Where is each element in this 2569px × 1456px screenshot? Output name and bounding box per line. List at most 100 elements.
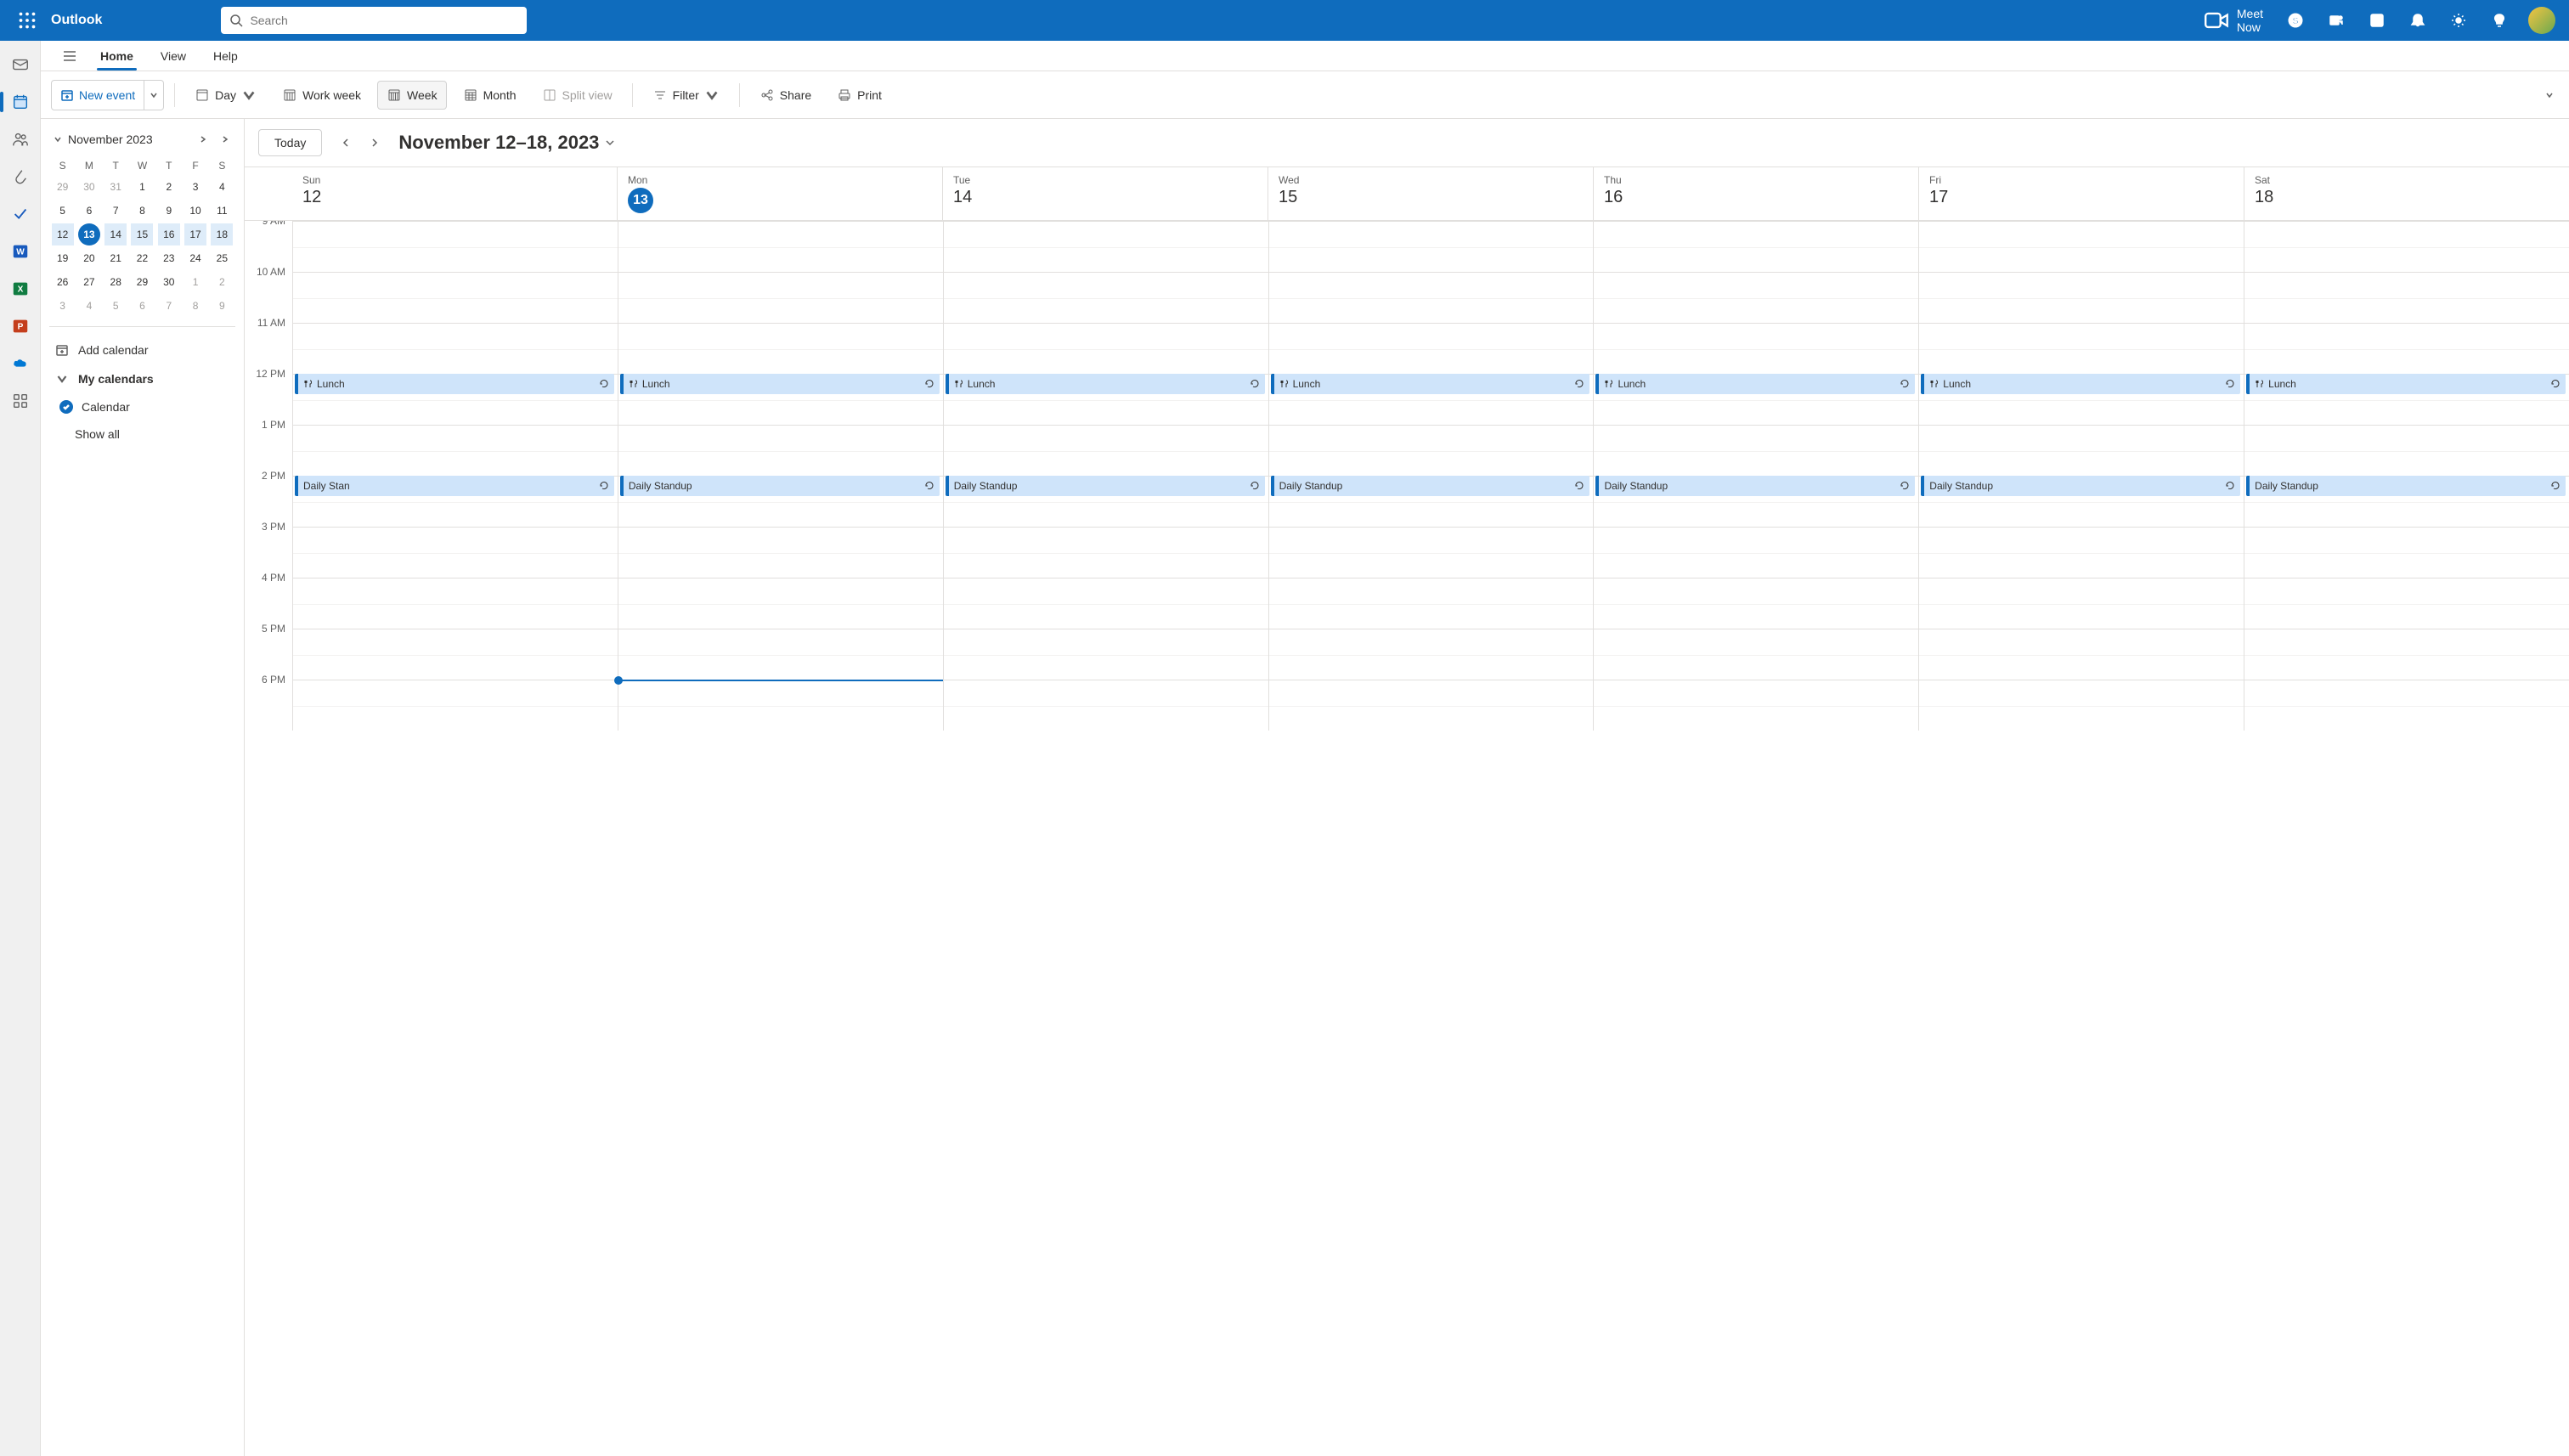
event-lunch[interactable]: Lunch bbox=[620, 374, 940, 394]
hour-cell[interactable] bbox=[2244, 578, 2569, 629]
hour-cell[interactable] bbox=[618, 578, 943, 629]
day-column[interactable]: LunchDaily Standup bbox=[943, 221, 1268, 731]
ribbon-collapse-button[interactable] bbox=[2540, 83, 2559, 107]
mini-day-cell[interactable]: 15 bbox=[131, 223, 153, 245]
hour-cell[interactable] bbox=[1269, 629, 1594, 680]
hour-cell[interactable] bbox=[944, 272, 1268, 323]
hour-cell[interactable] bbox=[944, 578, 1268, 629]
mini-day-cell[interactable]: 9 bbox=[211, 295, 233, 317]
hour-cell[interactable] bbox=[1269, 221, 1594, 272]
filter-button[interactable]: Filter bbox=[643, 81, 729, 110]
settings-button[interactable] bbox=[2440, 0, 2477, 41]
skype-button[interactable]: S bbox=[2277, 0, 2314, 41]
mini-day-cell[interactable]: 21 bbox=[104, 247, 127, 269]
day-column[interactable]: LunchDaily Standup bbox=[1593, 221, 1918, 731]
hour-cell[interactable] bbox=[944, 527, 1268, 578]
calendar-grid-scroll[interactable]: 9 AM10 AM11 AM12 PM1 PM2 PM3 PM4 PM5 PM6… bbox=[245, 221, 2569, 1456]
day-header[interactable]: Fri17 bbox=[1918, 167, 2244, 220]
hour-cell[interactable] bbox=[1594, 680, 1918, 731]
mini-day-cell[interactable]: 17 bbox=[184, 223, 206, 245]
hour-cell[interactable] bbox=[293, 272, 618, 323]
mini-day-cell[interactable]: 26 bbox=[52, 271, 74, 293]
mini-day-cell[interactable]: 4 bbox=[78, 295, 100, 317]
event-standup[interactable]: Daily Standup bbox=[946, 476, 1265, 496]
hour-cell[interactable] bbox=[1269, 680, 1594, 731]
teams-button[interactable] bbox=[2318, 0, 2355, 41]
rail-mail[interactable] bbox=[3, 48, 37, 82]
mini-calendar-title[interactable]: November 2023 bbox=[68, 133, 188, 146]
day-column[interactable]: LunchDaily Standup bbox=[1268, 221, 1594, 731]
my-calendars-toggle[interactable]: My calendars bbox=[49, 364, 235, 393]
hour-cell[interactable] bbox=[1919, 629, 2244, 680]
tips-button[interactable] bbox=[2481, 0, 2518, 41]
mini-day-cell[interactable]: 14 bbox=[104, 223, 127, 245]
mini-day-cell[interactable]: 4 bbox=[211, 176, 233, 198]
rail-excel[interactable]: X bbox=[3, 272, 37, 306]
tab-help[interactable]: Help bbox=[201, 42, 250, 70]
hour-cell[interactable] bbox=[1594, 527, 1918, 578]
rail-word[interactable]: W bbox=[3, 234, 37, 268]
rail-more-apps[interactable] bbox=[3, 384, 37, 418]
rail-people[interactable] bbox=[3, 122, 37, 156]
hour-cell[interactable] bbox=[618, 221, 943, 272]
app-launcher-button[interactable] bbox=[7, 0, 48, 41]
meet-now-button[interactable]: Meet Now bbox=[2193, 7, 2273, 34]
mini-day-cell[interactable]: 19 bbox=[52, 247, 74, 269]
mini-day-cell[interactable]: 5 bbox=[104, 295, 127, 317]
tab-view[interactable]: View bbox=[149, 42, 198, 70]
hour-cell[interactable] bbox=[1594, 272, 1918, 323]
mini-day-cell[interactable]: 24 bbox=[184, 247, 206, 269]
chevron-down-icon[interactable] bbox=[53, 134, 63, 144]
mini-day-cell[interactable]: 30 bbox=[158, 271, 180, 293]
mini-day-cell[interactable]: 31 bbox=[104, 176, 127, 198]
day-header[interactable]: Wed15 bbox=[1268, 167, 1593, 220]
rail-onedrive[interactable] bbox=[3, 347, 37, 381]
mini-day-cell[interactable]: 29 bbox=[52, 176, 74, 198]
day-column[interactable]: Lunch Daily Standup bbox=[1918, 221, 2244, 731]
hour-cell[interactable] bbox=[1919, 425, 2244, 476]
mini-day-cell[interactable]: 8 bbox=[184, 295, 206, 317]
mini-day-cell[interactable]: 5 bbox=[52, 200, 74, 222]
day-header[interactable]: Thu16 bbox=[1593, 167, 1918, 220]
mini-day-cell[interactable]: 22 bbox=[131, 247, 153, 269]
hour-cell[interactable] bbox=[618, 272, 943, 323]
calendar-checkbox[interactable] bbox=[59, 400, 73, 414]
view-month-button[interactable]: Month bbox=[454, 81, 526, 110]
hour-cell[interactable] bbox=[1594, 323, 1918, 374]
hour-cell[interactable] bbox=[2244, 680, 2569, 731]
hour-cell[interactable] bbox=[1269, 527, 1594, 578]
user-avatar[interactable] bbox=[2528, 7, 2555, 34]
view-day-button[interactable]: Day bbox=[185, 81, 266, 110]
rail-files[interactable] bbox=[3, 160, 37, 194]
mini-day-cell[interactable]: 16 bbox=[158, 223, 180, 245]
event-standup[interactable]: Daily Standup bbox=[620, 476, 940, 496]
print-button[interactable]: Print bbox=[827, 81, 891, 110]
view-workweek-button[interactable]: Work week bbox=[273, 81, 370, 110]
event-lunch[interactable]: Lunch bbox=[1921, 374, 2240, 394]
next-week-button[interactable] bbox=[361, 129, 388, 156]
hour-cell[interactable] bbox=[1269, 425, 1594, 476]
hour-cell[interactable] bbox=[2244, 221, 2569, 272]
event-lunch[interactable]: Lunch bbox=[1271, 374, 1590, 394]
rail-powerpoint[interactable]: P bbox=[3, 309, 37, 343]
day-column[interactable]: Lunch Daily Standup bbox=[618, 221, 943, 731]
hour-cell[interactable] bbox=[944, 425, 1268, 476]
event-standup[interactable]: Daily Standup bbox=[1921, 476, 2240, 496]
day-column[interactable]: LunchDaily Stan bbox=[292, 221, 618, 731]
hour-cell[interactable] bbox=[2244, 527, 2569, 578]
mini-day-cell[interactable]: 1 bbox=[131, 176, 153, 198]
hour-cell[interactable] bbox=[293, 680, 618, 731]
mini-day-cell[interactable]: 13 bbox=[78, 223, 100, 245]
mini-day-cell[interactable]: 3 bbox=[52, 295, 74, 317]
notifications-button[interactable] bbox=[2399, 0, 2436, 41]
hour-cell[interactable] bbox=[944, 629, 1268, 680]
mini-day-cell[interactable]: 23 bbox=[158, 247, 180, 269]
calendar-item[interactable]: Calendar bbox=[49, 393, 235, 420]
tab-home[interactable]: Home bbox=[88, 42, 145, 70]
mini-day-cell[interactable]: 28 bbox=[104, 271, 127, 293]
day-header[interactable]: Mon13 bbox=[617, 167, 942, 220]
hour-cell[interactable] bbox=[618, 425, 943, 476]
hour-cell[interactable] bbox=[1919, 578, 2244, 629]
share-button[interactable]: Share bbox=[750, 81, 821, 110]
mini-day-cell[interactable]: 25 bbox=[211, 247, 233, 269]
